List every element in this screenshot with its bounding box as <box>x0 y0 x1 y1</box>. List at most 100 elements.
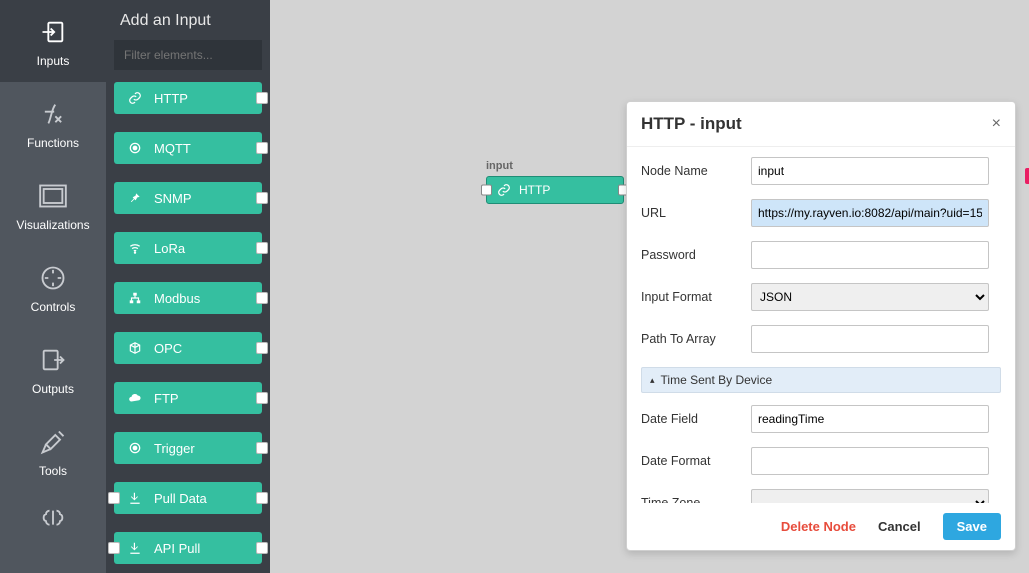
brain-icon <box>39 502 67 538</box>
delete-node-button[interactable]: Delete Node <box>781 519 856 534</box>
palette-node-opc[interactable]: OPC <box>114 332 262 364</box>
target-icon <box>124 141 146 155</box>
palette-node-lora[interactable]: LoRa <box>114 232 262 264</box>
palette-port-right[interactable] <box>256 542 268 554</box>
palette-node-modbus[interactable]: Modbus <box>114 282 262 314</box>
palette-panel: Add an Input HTTP MQTT SNMP LoRa Modbus OPC FT… <box>106 0 270 573</box>
format-label: Input Format <box>641 290 751 304</box>
palette-port-right[interactable] <box>256 192 268 204</box>
controls-icon <box>39 260 67 296</box>
palette-node-label: SNMP <box>154 191 192 206</box>
tz-label: Time Zone <box>641 496 751 503</box>
rail-label: Inputs <box>37 54 70 68</box>
save-button[interactable]: Save <box>943 513 1001 540</box>
node-port-left[interactable] <box>481 185 492 196</box>
path-label: Path To Array <box>641 332 751 346</box>
palette-port-right[interactable] <box>256 492 268 504</box>
canvas-node-label: input <box>486 160 513 172</box>
rail-inputs[interactable]: Inputs <box>0 0 106 82</box>
download-icon <box>124 541 146 555</box>
cloud-icon <box>124 391 146 405</box>
time-section-toggle[interactable]: ▴ Time Sent By Device <box>641 367 1001 393</box>
cube-icon <box>124 341 146 355</box>
dialog-footer: Delete Node Cancel Save <box>627 503 1015 550</box>
rail-label: Visualizations <box>16 218 89 232</box>
palette-list: HTTP MQTT SNMP LoRa Modbus OPC FTP Trigger Pull … <box>114 82 262 564</box>
rail-controls[interactable]: Controls <box>0 246 106 328</box>
palette-port-right[interactable] <box>256 142 268 154</box>
path-input[interactable] <box>751 325 989 353</box>
node-name-label: Node Name <box>641 164 751 178</box>
canvas-http-node[interactable]: HTTP <box>486 176 624 204</box>
palette-port-right[interactable] <box>256 292 268 304</box>
palette-port-left[interactable] <box>108 492 120 504</box>
rail-label: Outputs <box>32 382 74 396</box>
download-icon <box>124 491 146 505</box>
time-section-label: Time Sent By Device <box>661 373 773 387</box>
palette-port-right[interactable] <box>256 242 268 254</box>
tools-icon <box>39 424 67 460</box>
palette-title: Add an Input <box>114 6 262 40</box>
left-rail: Inputs Functions Visualizations Controls… <box>0 0 106 573</box>
palette-node-label: Trigger <box>154 441 195 456</box>
canvas-node-type: HTTP <box>519 183 550 197</box>
palette-node-label: MQTT <box>154 141 191 156</box>
chevron-up-icon: ▴ <box>650 375 655 386</box>
date-format-label: Date Format <box>641 454 751 468</box>
pin-icon <box>124 191 146 205</box>
date-field-label: Date Field <box>641 412 751 426</box>
palette-node-label: HTTP <box>154 91 188 106</box>
url-label: URL <box>641 206 751 220</box>
palette-node-pull-data[interactable]: Pull Data <box>114 482 262 514</box>
date-field-input[interactable] <box>751 405 989 433</box>
palette-node-label: Pull Data <box>154 491 207 506</box>
dialog-title: HTTP - input <box>641 114 742 134</box>
date-format-input[interactable] <box>751 447 989 475</box>
palette-node-mqtt[interactable]: MQTT <box>114 132 262 164</box>
tz-select[interactable] <box>751 489 989 503</box>
outputs-icon <box>39 342 67 378</box>
rail-more[interactable] <box>0 492 106 552</box>
format-select[interactable]: JSON <box>751 283 989 311</box>
palette-node-api-pull[interactable]: API Pull <box>114 532 262 564</box>
dialog-body: Node Name URL Password Input Format JSON… <box>627 147 1015 503</box>
dialog-header: HTTP - input × <box>627 102 1015 147</box>
palette-node-trigger[interactable]: Trigger <box>114 432 262 464</box>
viz-icon <box>39 178 67 214</box>
inputs-icon <box>39 14 67 50</box>
palette-port-right[interactable] <box>256 92 268 104</box>
url-input[interactable] <box>751 199 989 227</box>
palette-node-label: OPC <box>154 341 182 356</box>
fx-icon <box>39 96 67 132</box>
edge-handle[interactable] <box>1025 168 1029 184</box>
link-icon <box>124 91 146 105</box>
password-label: Password <box>641 248 751 262</box>
palette-port-left[interactable] <box>108 542 120 554</box>
sitemap-icon <box>124 291 146 305</box>
palette-port-right[interactable] <box>256 342 268 354</box>
password-input[interactable] <box>751 241 989 269</box>
palette-node-ftp[interactable]: FTP <box>114 382 262 414</box>
rail-visualizations[interactable]: Visualizations <box>0 164 106 246</box>
target-icon <box>124 441 146 455</box>
palette-node-label: Modbus <box>154 291 200 306</box>
node-name-input[interactable] <box>751 157 989 185</box>
palette-node-snmp[interactable]: SNMP <box>114 182 262 214</box>
palette-node-label: FTP <box>154 391 179 406</box>
http-input-dialog: HTTP - input × Node Name URL Password In… <box>626 101 1016 551</box>
palette-node-label: API Pull <box>154 541 200 556</box>
close-icon[interactable]: × <box>992 116 1001 132</box>
rail-outputs[interactable]: Outputs <box>0 328 106 410</box>
rail-label: Controls <box>31 300 76 314</box>
cancel-button[interactable]: Cancel <box>878 519 921 534</box>
link-icon <box>495 183 513 197</box>
palette-node-http[interactable]: HTTP <box>114 82 262 114</box>
palette-port-right[interactable] <box>256 392 268 404</box>
wifi-icon <box>124 241 146 255</box>
rail-functions[interactable]: Functions <box>0 82 106 164</box>
palette-node-label: LoRa <box>154 241 185 256</box>
palette-port-right[interactable] <box>256 442 268 454</box>
rail-label: Functions <box>27 136 79 150</box>
filter-input[interactable] <box>114 40 262 70</box>
rail-tools[interactable]: Tools <box>0 410 106 492</box>
